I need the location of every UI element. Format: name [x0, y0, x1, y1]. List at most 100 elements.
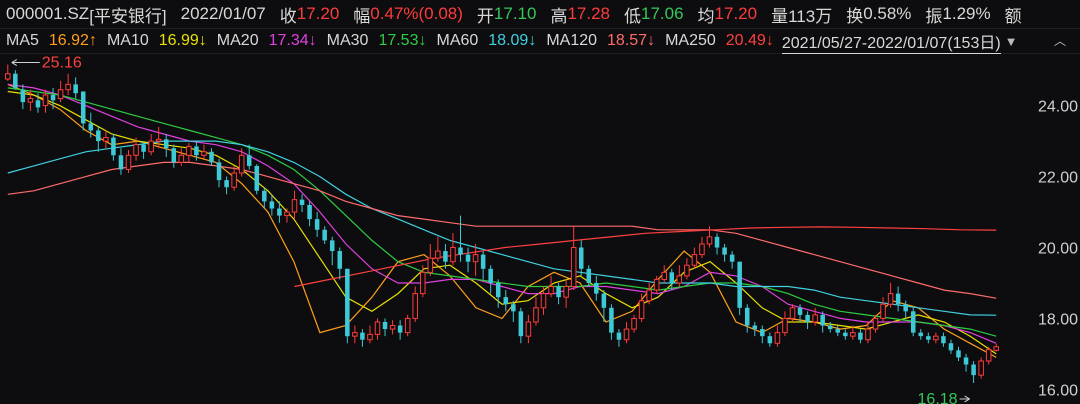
candle-body — [903, 304, 908, 312]
candle-body — [65, 83, 71, 91]
amplitude-label: 振 — [925, 6, 943, 26]
candle-body — [872, 317, 879, 330]
candle-body — [277, 208, 282, 216]
candle-body — [653, 278, 660, 291]
candle — [125, 149, 132, 174]
candle-body — [35, 100, 41, 108]
candle-body — [194, 146, 199, 156]
candle-body — [948, 343, 954, 351]
ma20-label: MA20 — [216, 32, 259, 49]
candle-body — [314, 219, 320, 230]
candle-body — [895, 293, 901, 305]
candle-body — [533, 307, 539, 323]
candle-body — [224, 180, 229, 188]
ma250-label: MA250 — [665, 32, 716, 49]
candle-body — [420, 271, 426, 295]
volume-value: 113万 — [788, 6, 833, 26]
y-tick-label: 22.00 — [1038, 170, 1078, 187]
candle-body — [752, 325, 758, 330]
candle-body — [767, 336, 773, 344]
candle-body — [367, 333, 373, 341]
candle-body — [835, 329, 841, 333]
quote-info-bar: 000001.SZ [平安银行] 2022/01/07 收 17.20 幅 0.… — [0, 0, 1080, 28]
ma10-arrow: ↓ — [198, 32, 207, 49]
candle-body — [322, 229, 327, 241]
ma30-line — [7, 87, 997, 337]
triangle-down-icon[interactable]: ▼ — [1005, 34, 1018, 49]
candlestick-chart[interactable]: 24.00 22.00 20.00 18.00 16.00 25.16 16.18 — [0, 54, 1080, 404]
candle — [669, 268, 675, 291]
candle-body — [27, 98, 34, 103]
ma60-arrow: ↓ — [528, 32, 537, 49]
candle — [65, 73, 71, 96]
candle-body — [262, 190, 267, 202]
candle — [480, 251, 486, 280]
candle-body — [586, 268, 592, 283]
candle — [518, 307, 524, 344]
candle-body — [993, 346, 999, 351]
candle-body — [926, 336, 931, 340]
date-range-selector[interactable]: 2021/05/27-2022/01/07(153日) — [781, 29, 1001, 54]
candle-body — [345, 268, 350, 337]
candle — [858, 329, 863, 344]
change-label: 幅 — [353, 6, 371, 26]
candle — [178, 148, 185, 166]
candle-body — [744, 307, 750, 326]
candle — [563, 279, 569, 308]
candle-body — [404, 317, 411, 334]
candle-body — [805, 314, 810, 322]
candle — [389, 320, 396, 335]
candle-body — [760, 329, 765, 337]
candle — [971, 360, 976, 383]
candle-body — [13, 73, 18, 88]
candle-body — [5, 73, 11, 80]
ma30-label: MA30 — [326, 32, 369, 49]
candle — [737, 261, 742, 315]
candle — [910, 307, 916, 337]
avg-label: 均 — [697, 6, 715, 26]
candle — [231, 165, 237, 191]
candle — [352, 325, 358, 344]
chevron-up-icon[interactable]: ︿ — [1050, 33, 1070, 49]
candle-body — [503, 297, 509, 305]
candle — [96, 126, 101, 152]
stock-code: 000001.SZ — [6, 4, 90, 23]
candle-body — [307, 204, 312, 220]
candle — [345, 268, 350, 344]
candle-body — [269, 201, 275, 209]
candle-body — [488, 268, 493, 283]
candle-body — [299, 199, 305, 205]
candle-body — [616, 332, 622, 340]
candle-body — [956, 350, 961, 358]
close-value: 17.20 — [296, 4, 340, 23]
candle — [525, 314, 532, 344]
candle — [201, 144, 207, 159]
candle-body — [382, 321, 388, 330]
quote-date: 2022/01/07 — [180, 4, 266, 23]
candle — [503, 290, 509, 312]
candle-body — [880, 303, 886, 319]
ma120-label: MA120 — [546, 32, 598, 49]
candle-body — [525, 321, 532, 337]
candle-body — [609, 307, 614, 333]
candle — [699, 236, 705, 259]
candle-body — [556, 286, 561, 298]
candle-body — [563, 286, 569, 298]
candle — [926, 332, 931, 344]
candlesticks — [5, 64, 999, 383]
candle — [367, 325, 373, 344]
candle-body — [118, 155, 124, 170]
ma20-value: 17.34 — [268, 32, 309, 49]
candle — [948, 339, 954, 354]
candle-body — [472, 254, 479, 263]
candle — [880, 297, 886, 322]
candle — [412, 286, 418, 322]
candle — [623, 321, 630, 344]
extreme-markers: 25.16 16.18 — [11, 55, 970, 404]
ma10-line — [7, 90, 997, 355]
candle — [465, 247, 471, 273]
candle-body — [963, 357, 969, 365]
candle — [13, 70, 18, 90]
ma5-label: MA5 — [6, 32, 39, 49]
candle-body — [246, 155, 252, 166]
